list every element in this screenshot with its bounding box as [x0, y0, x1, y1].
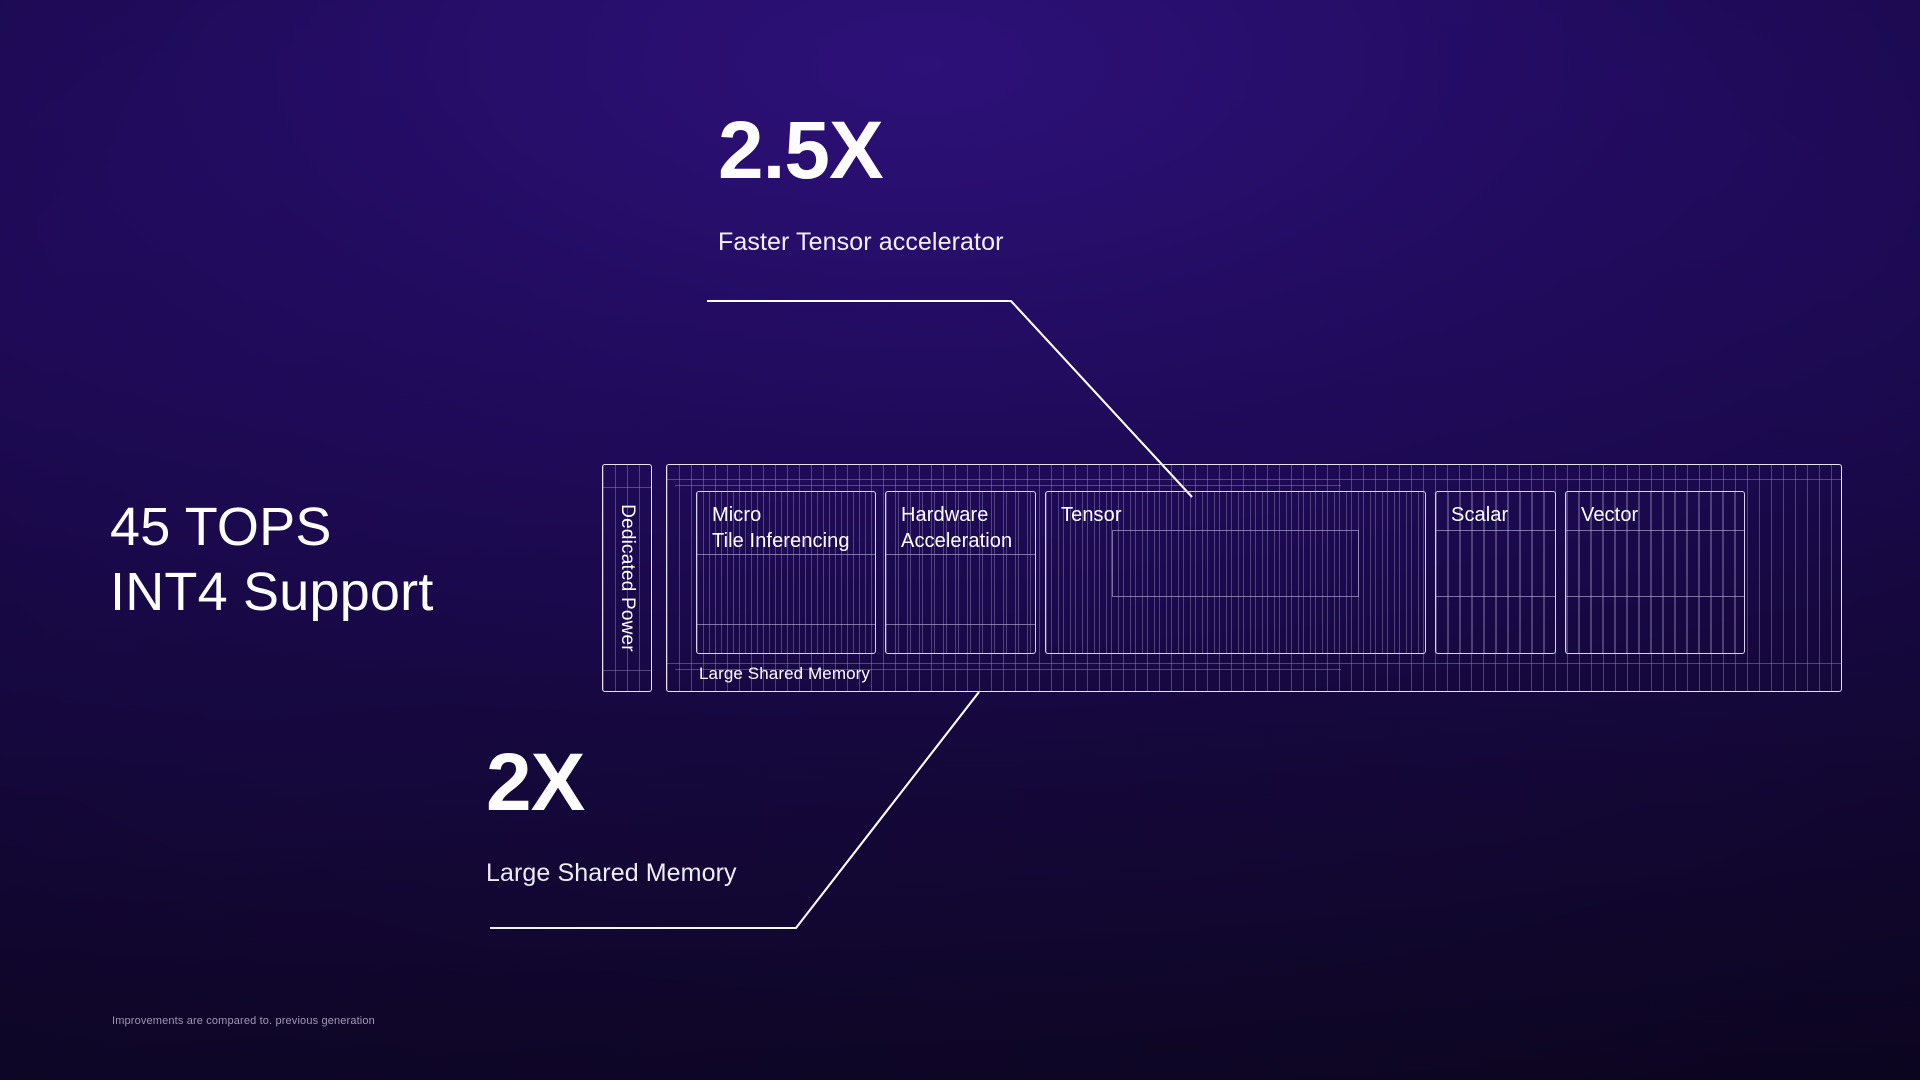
- chip-block-label: Vector: [1581, 504, 1639, 526]
- chip-block-label: Scalar: [1451, 504, 1509, 526]
- chip-block-micro-tile-inferencing: Micro Tile Inferencing: [696, 491, 876, 654]
- shared-memory-label: Large Shared Memory: [699, 664, 871, 683]
- callout-shared-memory-value: 2X: [486, 737, 585, 828]
- chip-block-dedicated-power: Dedicated Power: [602, 464, 652, 692]
- chip-block-scalar: Scalar: [1435, 491, 1556, 654]
- callout-shared-memory-label: Large Shared Memory: [486, 859, 737, 887]
- chip-block-label: Micro Tile Inferencing: [712, 504, 850, 552]
- slide-canvas: 2.5X Faster Tensor accelerator 2X Large …: [0, 0, 1920, 1080]
- footnote-disclaimer: Improvements are compared to. previous g…: [112, 1015, 375, 1027]
- callout-tensor-value: 2.5X: [718, 105, 884, 196]
- callout-tensor-label: Faster Tensor accelerator: [718, 228, 1004, 256]
- chip-block-hardware-acceleration: Hardware Acceleration: [885, 491, 1036, 654]
- chip-block-vector: Vector: [1565, 491, 1745, 654]
- chip-block-label: Tensor: [1061, 504, 1122, 526]
- chip-block-tensor: Tensor: [1045, 491, 1426, 654]
- dedicated-power-label: Dedicated Power: [617, 504, 638, 652]
- chip-block-label: Hardware Acceleration: [901, 504, 1013, 552]
- npu-chip-diagram: Dedicated Power Micro Tile Inferencing H…: [602, 464, 1842, 692]
- callout-shared-memory: 2X Large Shared Memory: [486, 742, 737, 888]
- chip-unit-row: Micro Tile Inferencing Hardware Accelera…: [696, 491, 1814, 654]
- chip-die: Micro Tile Inferencing Hardware Accelera…: [666, 464, 1842, 692]
- page-title: 45 TOPS INT4 Support: [110, 497, 434, 622]
- callout-tensor-accelerator: 2.5X Faster Tensor accelerator: [718, 110, 1004, 257]
